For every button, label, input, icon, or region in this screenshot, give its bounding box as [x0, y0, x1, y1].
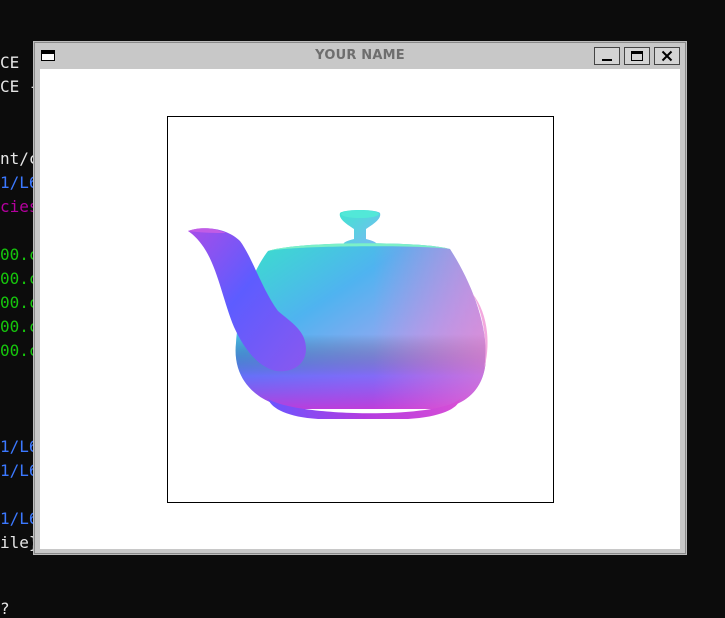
terminal-line: CE - — [0, 77, 39, 96]
terminal-line: 00.c — [0, 293, 39, 312]
terminal-line: ? — [0, 599, 10, 618]
terminal-line: 00.c — [0, 317, 39, 336]
minimize-button[interactable] — [594, 47, 620, 65]
terminal-line: ile} — [0, 533, 39, 552]
terminal-line: 00.c — [0, 245, 39, 264]
app-window[interactable]: YOUR NAME — [34, 42, 686, 554]
terminal-line: nt/c — [0, 149, 39, 168]
window-bottom-border — [35, 549, 685, 553]
terminal-line: 1/L6 — [0, 461, 39, 480]
close-button[interactable] — [654, 47, 680, 65]
close-icon — [661, 50, 673, 62]
maximize-icon — [631, 51, 643, 61]
teapot-render — [188, 210, 488, 419]
terminal-line: cies — [0, 197, 39, 216]
terminal-line: 00.c — [0, 341, 39, 360]
maximize-button[interactable] — [624, 47, 650, 65]
window-title: YOUR NAME — [315, 48, 405, 63]
terminal-line: CE — [0, 53, 20, 72]
title-bar[interactable]: YOUR NAME — [35, 43, 685, 69]
terminal-line: 1/L6 — [0, 509, 39, 528]
minimize-icon — [602, 59, 612, 61]
render-canvas[interactable] — [40, 69, 680, 549]
terminal-line: 1/L6 — [0, 437, 39, 456]
viewport-frame — [167, 116, 554, 503]
terminal-line: 1/L6 — [0, 173, 39, 192]
terminal-line: 00.c — [0, 269, 39, 288]
